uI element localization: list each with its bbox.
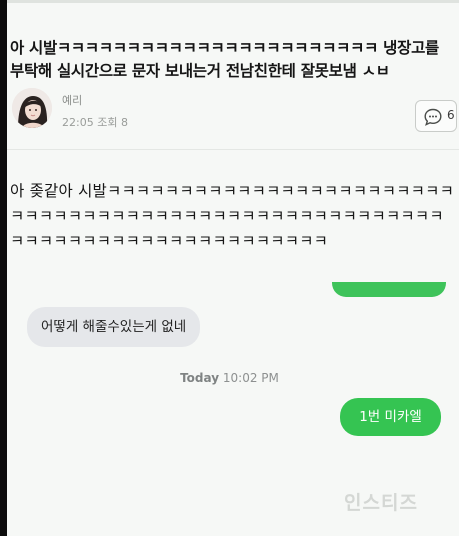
post-body: 아 좆같아 시발ㅋㅋㅋㅋㅋㅋㅋㅋㅋㅋㅋㅋㅋㅋㅋㅋㅋㅋㅋㅋㅋㅋㅋㅋㅋㅋㅋㅋㅋㅋㅋㅋ… bbox=[10, 182, 455, 250]
post-meta: 22:05 조회 8 bbox=[62, 114, 128, 130]
sent-message-bubble: 1번 미카엘 bbox=[340, 398, 441, 436]
divider bbox=[7, 149, 459, 150]
chat-timestamp: Today 10:02 PM bbox=[0, 371, 459, 385]
author-row: 예리 22:05 조회 8 6 bbox=[12, 86, 457, 136]
avatar-image bbox=[12, 88, 52, 128]
author-name[interactable]: 예리 bbox=[62, 92, 82, 108]
timestamp-time: 10:02 PM bbox=[222, 371, 279, 385]
sent-bubble-partial bbox=[332, 282, 446, 297]
comment-count: 6 bbox=[447, 108, 455, 122]
screenshot-left-border bbox=[0, 0, 7, 536]
post-title: 아 시발ㅋㅋㅋㅋㅋㅋㅋㅋㅋㅋㅋㅋㅋㅋㅋㅋㅋㅋㅋㅋㅋㅋㅋ 냉장고를 부탁해 실시간… bbox=[10, 39, 439, 80]
timestamp-day: Today bbox=[180, 371, 220, 385]
avatar[interactable] bbox=[12, 88, 52, 128]
watermark: 인스티즈 bbox=[344, 492, 418, 514]
received-message-bubble: 어떻게 해줄수있는게 없네 bbox=[27, 307, 201, 347]
comment-icon bbox=[424, 108, 442, 126]
post-views: 조회 8 bbox=[97, 116, 128, 129]
screenshot-top-border bbox=[0, 0, 459, 3]
post-time: 22:05 bbox=[62, 116, 94, 129]
comment-button[interactable]: 6 bbox=[415, 100, 457, 132]
